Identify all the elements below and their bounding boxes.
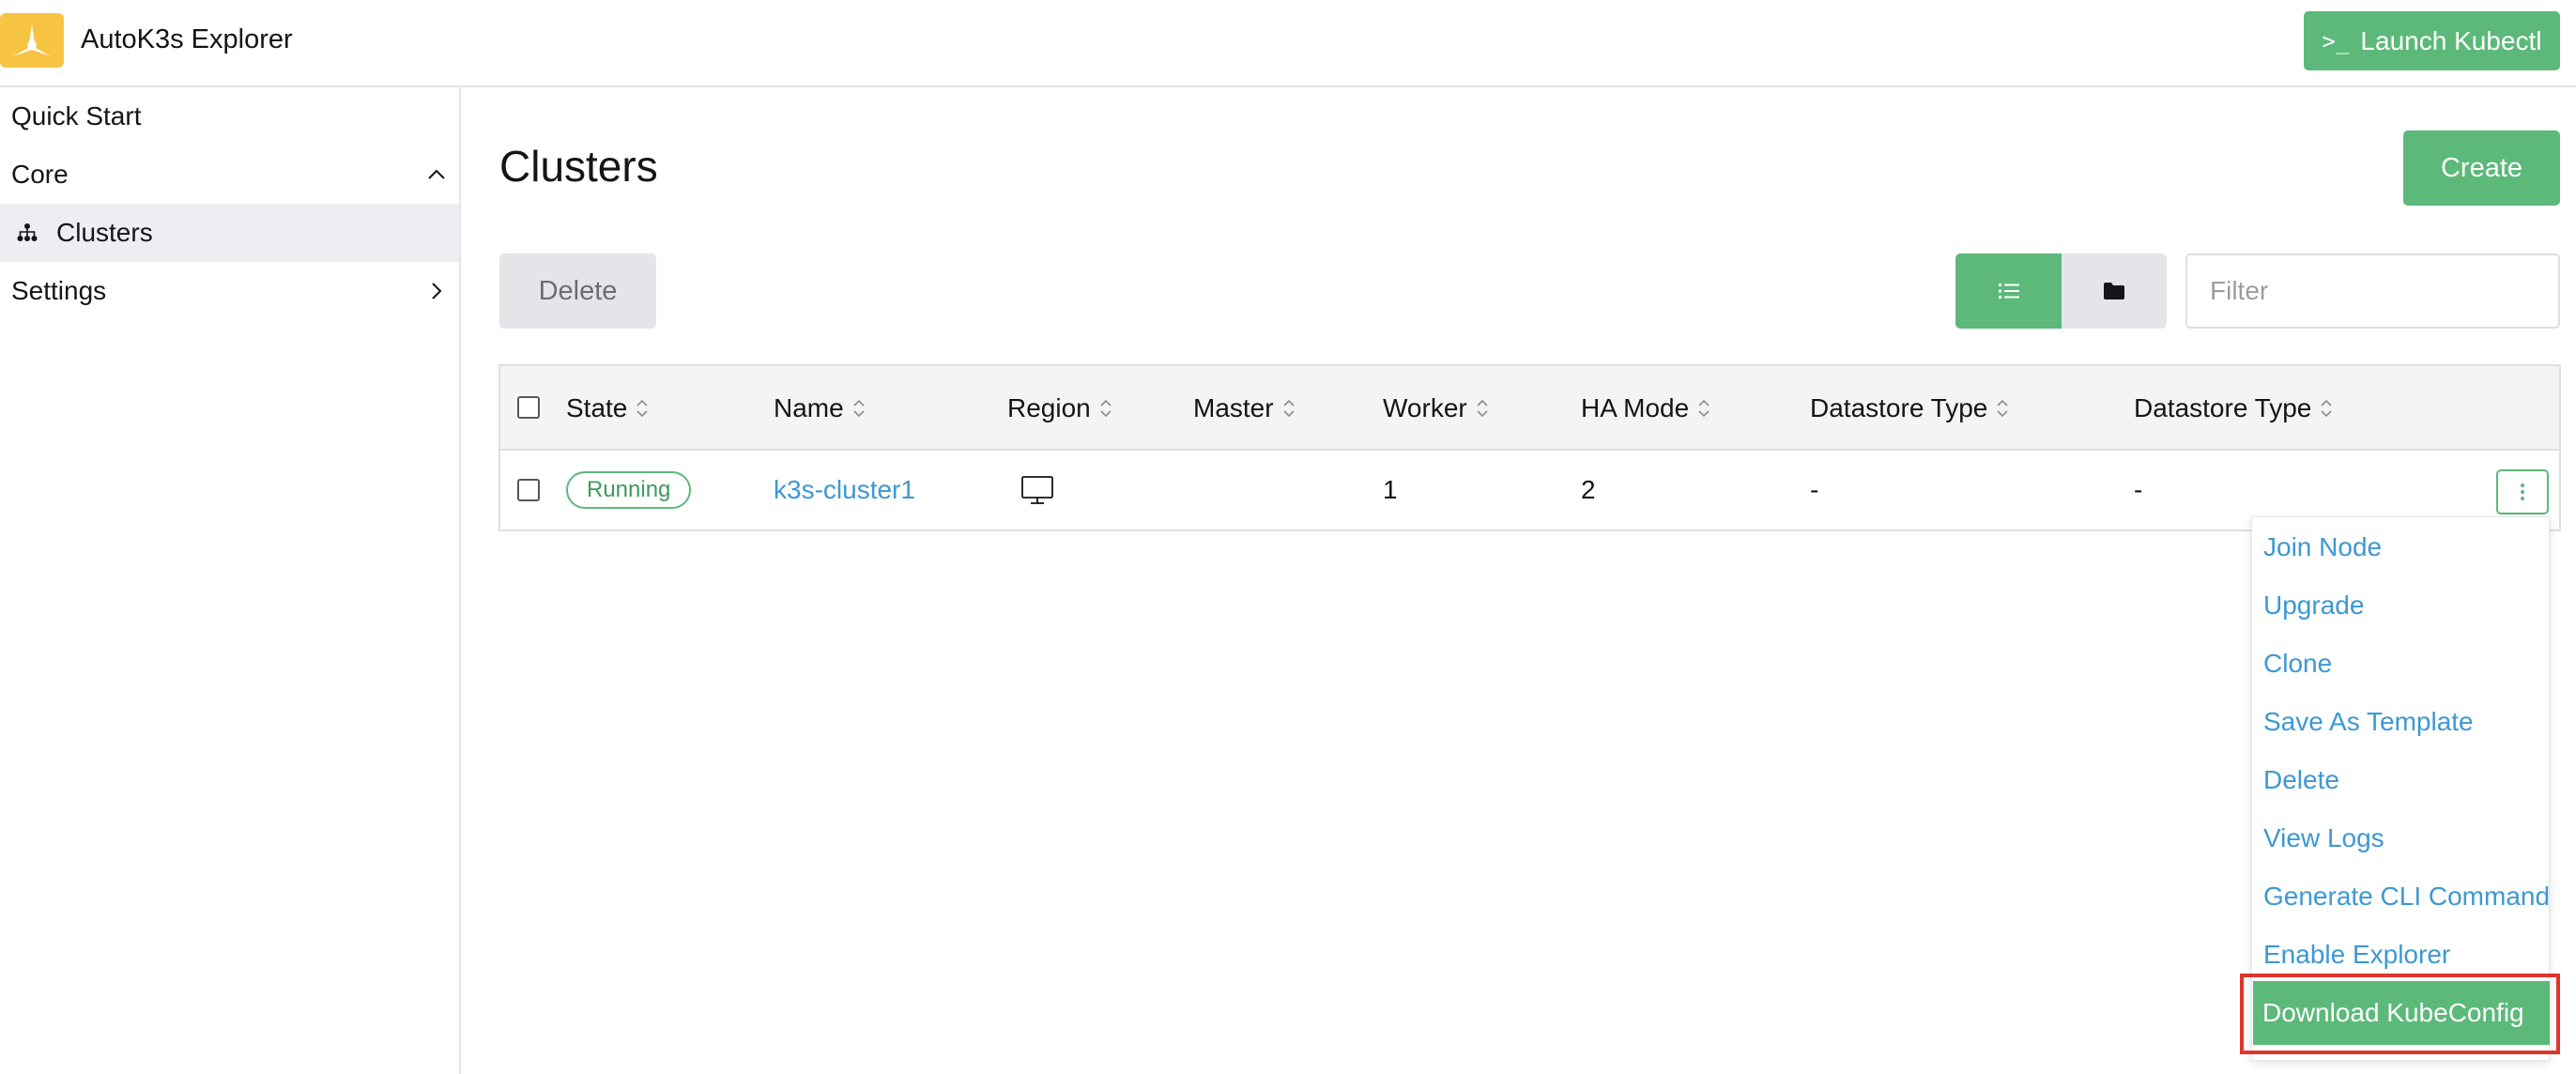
sidebar-item-label: Core bbox=[11, 160, 69, 189]
select-all-checkbox[interactable] bbox=[517, 396, 540, 419]
terminal-icon: >_ bbox=[2322, 27, 2350, 54]
sidebar-item-quick-start[interactable]: Quick Start bbox=[0, 87, 459, 146]
chevron-up-icon bbox=[428, 169, 445, 179]
column-header-ha-mode[interactable]: HA Mode bbox=[1581, 366, 1711, 451]
sort-icon bbox=[1997, 399, 2008, 418]
list-view-toggle[interactable] bbox=[1955, 253, 2062, 329]
create-button[interactable]: Create bbox=[2403, 130, 2560, 206]
filter-input[interactable] bbox=[2185, 253, 2560, 329]
column-header-datastore-type-2[interactable]: Datastore Type bbox=[2134, 366, 2334, 451]
clusters-table: State Name Region Master Worker HA Mode … bbox=[498, 364, 2561, 531]
cell-ha-mode: 2 bbox=[1581, 475, 1596, 504]
sort-icon bbox=[1698, 399, 1710, 418]
status-badge: Running bbox=[566, 471, 692, 509]
cell-name: k3s-cluster1 bbox=[774, 451, 915, 529]
cell-datastore-type-2: - bbox=[2134, 475, 2143, 504]
menu-item-join-node[interactable]: Join Node bbox=[2263, 532, 2382, 562]
folder-view-toggle[interactable] bbox=[2062, 253, 2167, 329]
cell-state: Running bbox=[566, 451, 692, 529]
app-header: AutoK3s Explorer >_ Launch Kubectl bbox=[0, 0, 2576, 87]
list-icon bbox=[1998, 284, 2019, 299]
column-header-master[interactable]: Master bbox=[1193, 366, 1296, 451]
column-header-region[interactable]: Region bbox=[1007, 366, 1113, 451]
menu-item-upgrade[interactable]: Upgrade bbox=[2263, 591, 2364, 621]
cluster-tree-icon bbox=[17, 223, 38, 241]
column-header-state[interactable]: State bbox=[566, 366, 650, 451]
bulk-delete-button[interactable]: Delete bbox=[499, 253, 656, 329]
row-actions-button[interactable] bbox=[2496, 469, 2549, 514]
menu-item-delete[interactable]: Delete bbox=[2263, 765, 2339, 795]
menu-item-view-logs[interactable]: View Logs bbox=[2263, 823, 2384, 853]
sort-icon bbox=[636, 399, 648, 418]
folder-icon bbox=[2104, 283, 2124, 299]
sidebar-item-label: Quick Start bbox=[11, 101, 142, 130]
column-header-worker[interactable]: Worker bbox=[1383, 366, 1490, 451]
cluster-name-link[interactable]: k3s-cluster1 bbox=[774, 475, 915, 505]
sort-icon bbox=[2321, 399, 2332, 418]
cell-datastore-type: - bbox=[1810, 475, 1819, 504]
sidebar-item-label: Clusters bbox=[56, 218, 153, 247]
monitor-icon bbox=[1021, 476, 1053, 504]
launch-kubectl-button[interactable]: >_ Launch Kubectl bbox=[2304, 11, 2560, 70]
sort-icon bbox=[1283, 399, 1295, 418]
cell-worker: 1 bbox=[1383, 475, 1398, 504]
sort-icon bbox=[853, 399, 865, 418]
menu-item-clone[interactable]: Clone bbox=[2263, 649, 2332, 679]
row-select-checkbox[interactable] bbox=[517, 479, 540, 501]
table-header: State Name Region Master Worker HA Mode … bbox=[500, 366, 2559, 451]
sidebar-item-label: Settings bbox=[11, 276, 107, 305]
column-header-datastore-type[interactable]: Datastore Type bbox=[1810, 366, 2010, 451]
cell-region bbox=[1020, 451, 1054, 529]
autok3s-logo bbox=[0, 13, 64, 68]
highlight-box bbox=[2240, 974, 2560, 1054]
menu-item-save-as-template[interactable]: Save As Template bbox=[2263, 707, 2474, 737]
column-header-name[interactable]: Name bbox=[774, 366, 866, 451]
sort-icon bbox=[1477, 399, 1488, 418]
app-title: AutoK3s Explorer bbox=[81, 24, 293, 54]
launch-kubectl-label: Launch Kubectl bbox=[2360, 25, 2542, 55]
chevron-right-icon bbox=[432, 283, 442, 299]
menu-item-enable-explorer[interactable]: Enable Explorer bbox=[2263, 940, 2450, 970]
more-vertical-icon bbox=[2521, 483, 2524, 500]
sidebar: Quick Start Core Clusters Settings bbox=[0, 87, 461, 1074]
page-title: Clusters bbox=[499, 142, 658, 191]
menu-item-generate-cli-command[interactable]: Generate CLI Command bbox=[2263, 882, 2550, 912]
sort-icon bbox=[1100, 399, 1112, 418]
sidebar-item-clusters[interactable]: Clusters bbox=[0, 204, 459, 262]
sidebar-group-settings[interactable]: Settings bbox=[0, 262, 459, 320]
sidebar-group-core[interactable]: Core bbox=[0, 146, 459, 204]
